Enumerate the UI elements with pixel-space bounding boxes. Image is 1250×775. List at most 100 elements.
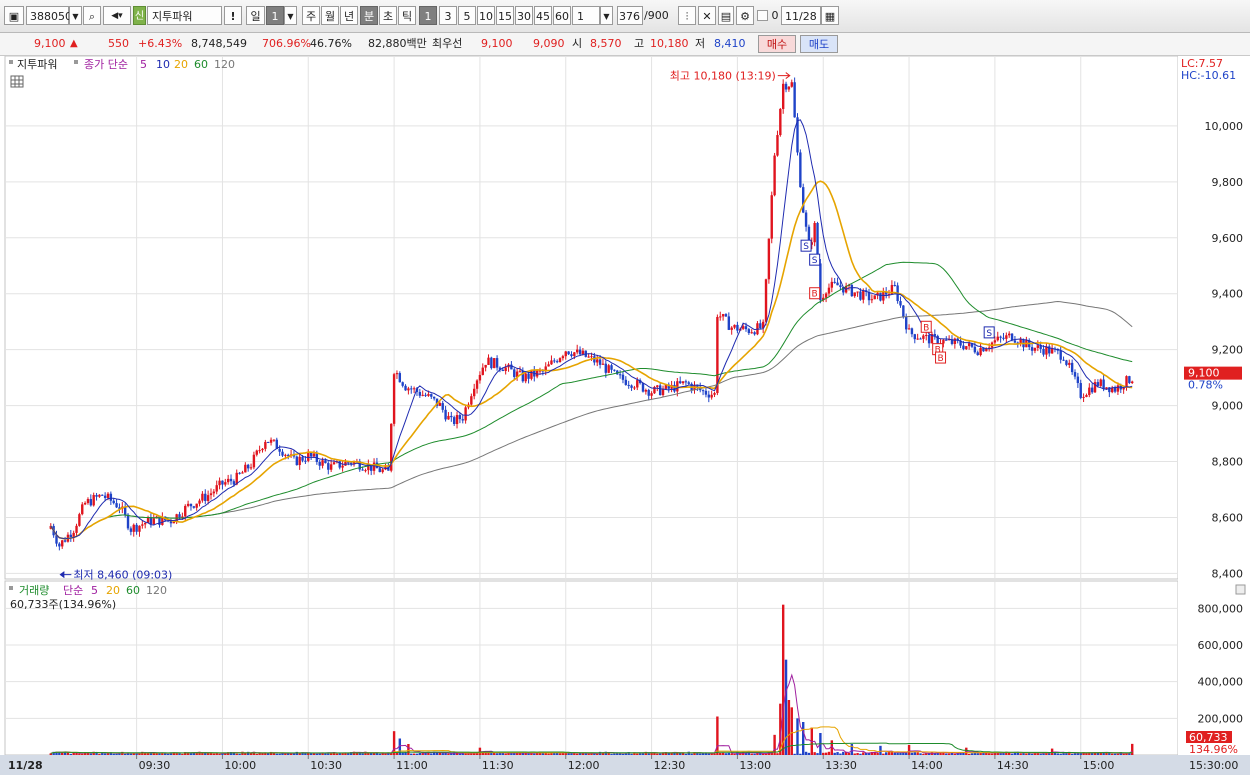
volume-ma-legend-5: 5: [91, 584, 98, 597]
candle-body: [719, 316, 722, 318]
stock-code-input[interactable]: 388050: [26, 6, 72, 25]
interval-input[interactable]: 1: [572, 6, 600, 25]
candle-body: [201, 493, 204, 501]
candle-body: [129, 528, 133, 532]
high-annotation: 최고 10,180 (13:19): [670, 70, 776, 83]
candle-body: [218, 480, 221, 486]
candle-body: [490, 357, 493, 369]
candle-body: [1088, 387, 1091, 396]
candle-body: [905, 316, 908, 330]
period-tick-button[interactable]: 틱: [398, 6, 416, 25]
volume-bar: [701, 753, 705, 755]
panel-close-icon[interactable]: [1235, 584, 1246, 595]
volume-bar: [976, 753, 979, 755]
candle-body: [555, 361, 559, 363]
alert-button[interactable]: !: [224, 6, 242, 25]
candle-body: [412, 388, 416, 390]
candle-body: [701, 390, 705, 392]
candle-body: [109, 493, 113, 501]
layout-icon[interactable]: ▣: [4, 6, 24, 25]
save-icon[interactable]: ▤: [718, 6, 734, 25]
time-tick-label: 14:30: [997, 759, 1029, 772]
candle-body: [973, 346, 977, 353]
crosshair-icon[interactable]: ✕: [698, 6, 716, 25]
price-panel-title[interactable]: 지투파워: [17, 58, 57, 71]
candle-body: [607, 365, 610, 373]
candle-body: [392, 374, 396, 424]
settings-gear-icon[interactable]: ⚙: [736, 6, 754, 25]
search-icon[interactable]: ⌕: [83, 6, 101, 25]
period-week-button[interactable]: 주: [302, 6, 320, 25]
candle-body: [1070, 362, 1074, 373]
calendar-icon[interactable]: ▦: [821, 6, 839, 25]
time-tick-label: 13:00: [739, 759, 771, 772]
stock-name-field[interactable]: 지투파워: [147, 6, 222, 25]
candle-body: [1128, 376, 1131, 384]
volume-bar: [784, 659, 788, 755]
interval-button-1[interactable]: 1: [419, 6, 437, 25]
period-second-button[interactable]: 초: [379, 6, 397, 25]
candle-body: [707, 394, 710, 398]
candle-body: [1030, 347, 1034, 351]
volume-bar: [195, 753, 198, 755]
interval-button-10[interactable]: 10: [477, 6, 495, 25]
candle-body: [862, 290, 865, 300]
volume-bar: [570, 753, 573, 755]
volume-bar: [1030, 753, 1034, 755]
volume-bar: [647, 753, 650, 755]
candle-body: [312, 453, 316, 457]
candle-body: [1113, 387, 1117, 392]
candle-body: [985, 348, 988, 352]
volume-bar: [129, 753, 133, 755]
volume-bar: [1008, 752, 1011, 755]
period-dropdown-icon[interactable]: ▼: [284, 6, 297, 25]
date-input[interactable]: 11/28: [781, 6, 821, 25]
ma-legend-label[interactable]: 종가 단순: [84, 58, 128, 71]
buy-button[interactable]: 매수: [758, 35, 796, 53]
volume-panel-title[interactable]: 거래량: [19, 584, 49, 597]
date-checkbox[interactable]: [757, 10, 768, 21]
volume-bar: [684, 753, 688, 755]
data-table-icon[interactable]: [10, 75, 24, 88]
interval-button-5[interactable]: 5: [458, 6, 476, 25]
volume-bar: [630, 753, 633, 755]
candle-body: [304, 460, 307, 462]
candle-body: [902, 305, 905, 317]
sell-button[interactable]: 매도: [800, 35, 838, 53]
period-month-button[interactable]: 월: [321, 6, 339, 25]
volume-bar: [1131, 743, 1134, 755]
code-dropdown-icon[interactable]: ▼: [69, 6, 82, 25]
interval-button-15[interactable]: 15: [496, 6, 514, 25]
chart-toolbar: ▣ 388050 ▼ ⌕ ◀▾ 신 지투파워 ! 일 1 ▼ 주 월 년 분 초…: [0, 0, 1250, 33]
interval-dropdown-icon[interactable]: ▼: [600, 6, 613, 25]
period-year-button[interactable]: 년: [340, 6, 358, 25]
candle-body: [349, 462, 353, 464]
interval-button-30[interactable]: 30: [515, 6, 533, 25]
candle-body: [452, 417, 456, 425]
candle-body: [736, 324, 739, 331]
candle-body: [564, 351, 567, 357]
candle-body: [919, 338, 922, 340]
candle-body: [450, 415, 453, 418]
interval-button-3[interactable]: 3: [439, 6, 457, 25]
candle-body: [804, 212, 808, 227]
period-day-button[interactable]: 일: [246, 6, 265, 25]
bar-count-input[interactable]: 376: [617, 6, 643, 25]
candle-body: [329, 464, 333, 470]
speaker-icon[interactable]: ◀▾: [103, 6, 131, 25]
volume-bar: [610, 753, 613, 755]
candle-body: [661, 388, 665, 396]
interval-button-45[interactable]: 45: [534, 6, 552, 25]
candle-body: [550, 360, 553, 365]
candle-type-icon[interactable]: ⫶: [678, 6, 696, 25]
period-day-count[interactable]: 1: [266, 6, 284, 25]
volume-bar: [1010, 753, 1014, 755]
candle-body: [78, 514, 81, 526]
candle-body: [1059, 350, 1062, 360]
candle-body: [913, 334, 916, 340]
candle-body: [1065, 360, 1068, 365]
interval-button-60[interactable]: 60: [553, 6, 571, 25]
volume-bar: [853, 753, 856, 755]
period-minute-button[interactable]: 분: [360, 6, 378, 25]
candle-body: [58, 543, 61, 547]
